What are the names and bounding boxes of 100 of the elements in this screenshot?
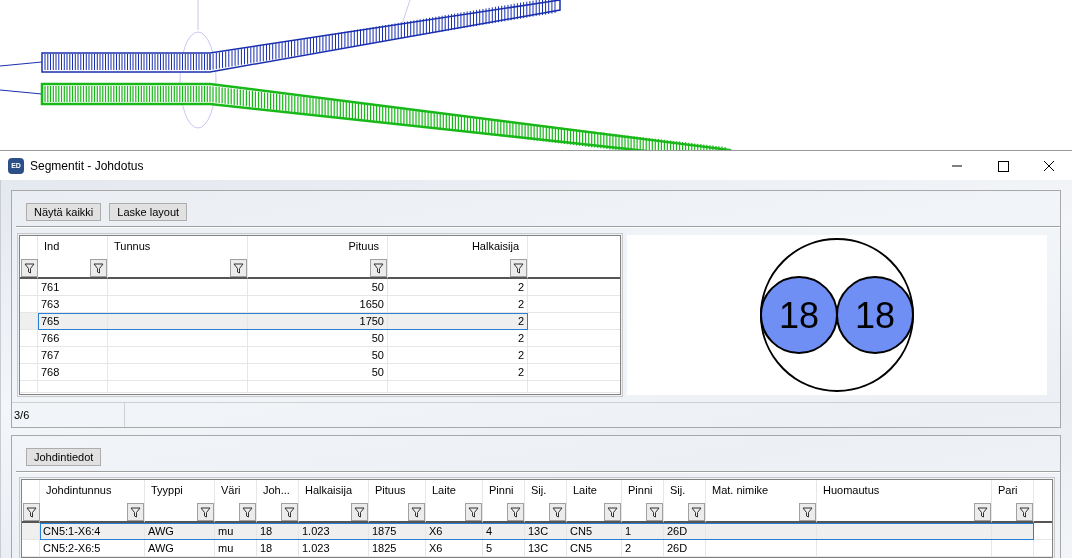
filter-button[interactable] xyxy=(90,259,107,277)
column-header[interactable]: Halkaisija xyxy=(471,240,519,252)
panel-button[interactable]: Näytä kaikki xyxy=(26,203,102,221)
filter-button[interactable] xyxy=(230,259,247,277)
column-header[interactable]: Väri xyxy=(221,484,241,496)
filter-button[interactable] xyxy=(351,503,368,521)
funnel-icon xyxy=(24,262,35,274)
column-header[interactable]: Laite xyxy=(432,484,456,496)
table-cell: 5 xyxy=(486,542,493,554)
table-cell: 13C xyxy=(528,525,549,537)
table-cell: 18 xyxy=(260,525,273,537)
panel-button[interactable]: Laske layout xyxy=(109,203,188,221)
table-cell: 26D xyxy=(667,525,688,537)
column-header[interactable]: Joh... xyxy=(263,484,290,496)
table-cell: 1650 xyxy=(359,298,384,310)
column-header[interactable]: Huomautus xyxy=(823,484,880,496)
funnel-icon xyxy=(233,262,244,274)
filter-button[interactable] xyxy=(688,503,705,521)
filter-button[interactable] xyxy=(510,259,527,277)
table-cell: 2 xyxy=(517,281,524,293)
funnel-icon xyxy=(354,506,365,518)
table-cell: 765 xyxy=(41,315,60,327)
table-row[interactable]: CN5:2-X6:5 AWG mu 18 1.023 1825 X6 5 13C CN5 2 26D xyxy=(40,540,1034,557)
table-cell: 1825 xyxy=(372,542,397,554)
table-cell xyxy=(38,381,108,393)
table-cell: 13C xyxy=(528,542,549,554)
column-header[interactable]: Halkaisija xyxy=(305,484,353,496)
funnel-icon xyxy=(284,506,295,518)
funnel-icon xyxy=(26,506,37,518)
table-cell: AWG xyxy=(148,542,174,554)
funnel-icon xyxy=(510,506,521,518)
funnel-icon xyxy=(691,506,702,518)
table-cell: AWG xyxy=(148,525,174,537)
column-header[interactable]: Ind xyxy=(44,240,60,252)
column-header[interactable]: Sij. xyxy=(670,484,686,496)
table-cell: 50 xyxy=(371,349,384,361)
column-header[interactable]: Pinni xyxy=(489,484,514,496)
table-cell: CN5 xyxy=(570,525,592,537)
table-row[interactable]: 767 50 2 xyxy=(38,347,528,364)
filter-button[interactable] xyxy=(507,503,524,521)
window-title: Segmentit - Johdotus xyxy=(30,158,144,173)
filter-button[interactable] xyxy=(23,503,40,521)
table-cell: 1.023 xyxy=(302,525,330,537)
column-header[interactable]: Tunnus xyxy=(114,240,151,252)
table-cell: 50 xyxy=(371,281,384,293)
table-row[interactable]: CN5:1-X6:4 AWG mu 18 1.023 1875 X6 4 13C CN5 1 26D xyxy=(40,523,1034,540)
filter-button[interactable] xyxy=(239,503,256,521)
table-cell: 2 xyxy=(517,315,524,327)
filter-button[interactable] xyxy=(21,259,38,277)
filter-button[interactable] xyxy=(197,503,214,521)
table-cell: 2 xyxy=(517,349,524,361)
table-row[interactable]: 766 50 2 xyxy=(38,330,528,347)
table-cell: 2 xyxy=(625,542,632,554)
table-cell: 4 xyxy=(486,525,493,537)
filter-button[interactable] xyxy=(604,503,621,521)
table-cell: 1 xyxy=(625,525,632,537)
column-header[interactable]: Johdintunnus xyxy=(46,484,112,496)
filter-button[interactable] xyxy=(799,503,816,521)
table-row[interactable]: 768 50 2 xyxy=(38,364,528,381)
table-cell: 1875 xyxy=(372,525,397,537)
column-header[interactable]: Pari xyxy=(998,484,1018,496)
table-cell: CN5:1-X6:4 xyxy=(43,525,101,537)
table-cell: X6 xyxy=(429,542,443,554)
column-header[interactable]: Laite xyxy=(573,484,597,496)
table-cell: 761 xyxy=(41,281,60,293)
table-cell: 766 xyxy=(41,332,60,344)
column-header[interactable]: Pinni xyxy=(628,484,653,496)
table-row[interactable]: 765 1750 2 xyxy=(38,313,528,330)
filter-button[interactable] xyxy=(127,503,144,521)
table-cell: 50 xyxy=(371,366,384,378)
funnel-icon xyxy=(468,506,479,518)
funnel-icon xyxy=(93,262,104,274)
funnel-icon xyxy=(977,506,988,518)
table-row[interactable]: 761 50 2 xyxy=(38,279,528,296)
funnel-icon xyxy=(513,262,524,274)
column-header[interactable]: Tyyppi xyxy=(151,484,183,496)
funnel-icon xyxy=(802,506,813,518)
filter-button[interactable] xyxy=(1016,503,1033,521)
funnel-icon xyxy=(1019,506,1030,518)
funnel-icon xyxy=(649,506,660,518)
table-cell: 2 xyxy=(517,332,524,344)
panel-button[interactable]: Johdintiedot xyxy=(26,448,102,466)
filter-button[interactable] xyxy=(549,503,566,521)
cross-section-drawing: 18 18 xyxy=(757,235,917,395)
filter-button[interactable] xyxy=(465,503,482,521)
filter-button[interactable] xyxy=(281,503,298,521)
filter-button[interactable] xyxy=(646,503,663,521)
column-header[interactable]: Pituus xyxy=(375,484,406,496)
filter-button[interactable] xyxy=(974,503,991,521)
table-cell: 763 xyxy=(41,298,60,310)
table-cell: 50 xyxy=(371,332,384,344)
table-cell: 767 xyxy=(41,349,60,361)
column-header[interactable]: Sij. xyxy=(531,484,547,496)
column-header[interactable]: Mat. nimike xyxy=(712,484,769,496)
funnel-icon xyxy=(607,506,618,518)
column-header[interactable]: Pituus xyxy=(348,240,379,252)
table-cell: CN5 xyxy=(570,542,592,554)
filter-button[interactable] xyxy=(408,503,425,521)
filter-button[interactable] xyxy=(370,259,387,277)
funnel-icon xyxy=(130,506,141,518)
